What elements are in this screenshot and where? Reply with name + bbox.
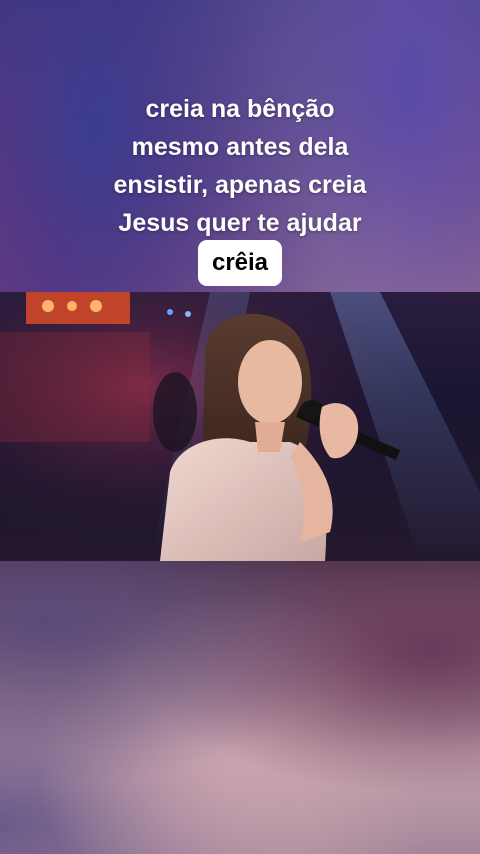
highlighted-word-badge: crêia <box>198 240 282 286</box>
caption-line: mesmo antes dela <box>131 133 349 161</box>
caption-line: creia na bênção <box>145 95 335 123</box>
caption-line: ensistir, apenas creia <box>113 171 367 199</box>
blurred-background <box>0 561 480 854</box>
video-screen[interactable]: creia na bênção mesmo antes dela ensisti… <box>0 0 480 854</box>
caption-line: Jesus quer te ajudar <box>118 209 362 237</box>
lyrics-caption: creia na bênção mesmo antes dela ensisti… <box>0 90 480 242</box>
singer-video-image <box>0 292 480 561</box>
video-frame[interactable] <box>0 292 480 561</box>
